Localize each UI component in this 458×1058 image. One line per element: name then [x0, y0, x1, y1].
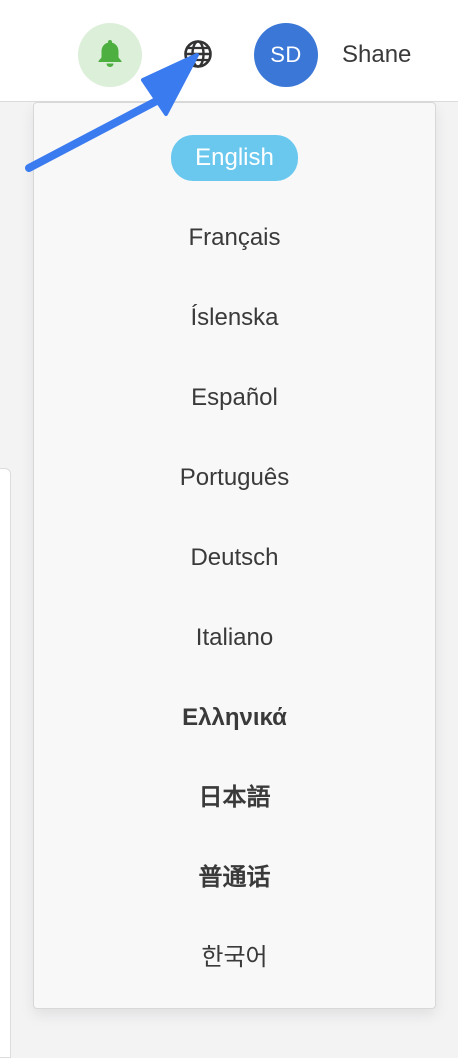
background-panel — [0, 468, 11, 1058]
language-option-korean[interactable]: 한국어 — [34, 938, 435, 978]
language-dropdown: English Français Íslenska Español Portug… — [33, 102, 436, 1009]
notifications-button[interactable] — [78, 23, 142, 87]
language-option-greek[interactable]: Ελληνικά — [34, 698, 435, 738]
language-option-english[interactable]: English — [34, 135, 435, 181]
language-option-spanish[interactable]: Español — [34, 378, 435, 418]
language-option-icelandic[interactable]: Íslenska — [34, 298, 435, 338]
avatar[interactable]: SD — [254, 23, 318, 87]
language-option-italian[interactable]: Italiano — [34, 618, 435, 658]
top-navbar: SD Shane — [0, 0, 458, 102]
user-name[interactable]: Shane — [342, 40, 411, 70]
language-option-german[interactable]: Deutsch — [34, 538, 435, 578]
language-option-portuguese[interactable]: Português — [34, 458, 435, 498]
language-button[interactable] — [181, 39, 215, 73]
bell-icon — [96, 38, 124, 73]
language-option-french[interactable]: Français — [34, 218, 435, 258]
language-option-japanese[interactable]: 日本語 — [34, 778, 435, 818]
globe-icon — [183, 39, 213, 74]
language-option-mandarin[interactable]: 普通话 — [34, 858, 435, 898]
